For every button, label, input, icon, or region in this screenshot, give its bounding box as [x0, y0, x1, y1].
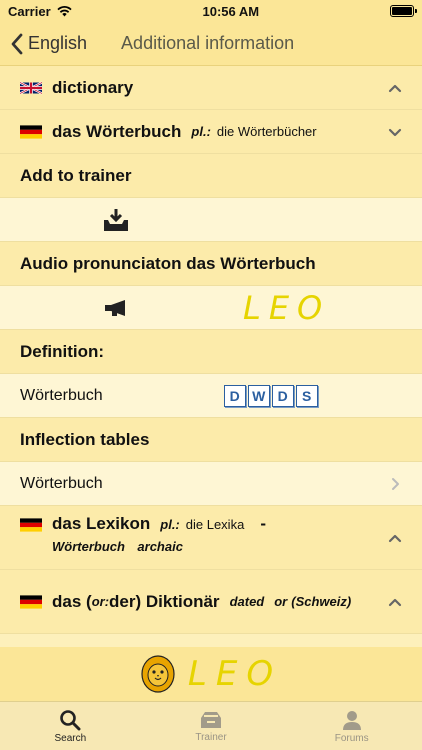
chevron-right-icon [392, 477, 399, 490]
audio-title: Audio pronunciaton das Wörterbuch [20, 253, 316, 273]
german-flag-icon [20, 594, 42, 609]
tab-label: Search [54, 732, 87, 744]
synonym-row[interactable]: das Lexikon pl.: die Lexika - Wörterbuch… [0, 506, 422, 570]
add-to-trainer-header: Add to trainer [0, 154, 422, 198]
dwds-letter: S [295, 384, 318, 407]
carrier-label: Carrier [8, 3, 51, 19]
tab-label: Forums [334, 732, 369, 744]
dwds-logo[interactable]: D W D S [223, 384, 318, 407]
chevron-up-icon[interactable] [388, 81, 402, 95]
audio-row[interactable]: LEO [0, 286, 422, 330]
inflection-word: Wörterbuch [20, 474, 103, 492]
inflection-title: Inflection tables [20, 429, 150, 449]
back-label: English [28, 33, 88, 53]
plural-marker: pl.: [160, 517, 180, 532]
tab-bar: Search Trainer Forums [0, 701, 422, 750]
audio-header: Audio pronunciaton das Wörterbuch [0, 242, 422, 286]
download-tray-icon[interactable] [103, 208, 129, 232]
tab-label: Trainer [195, 731, 227, 743]
usage-note: or [274, 594, 288, 609]
entry-german-row[interactable]: das Wörterbuch pl.: die Wörterbücher [0, 110, 422, 154]
synonym-word: das Lexikon [52, 514, 151, 533]
usage-note: dated [229, 594, 265, 609]
dash: - [260, 514, 266, 533]
back-button[interactable]: English [10, 33, 87, 55]
wifi-icon [57, 5, 72, 16]
uk-flag-icon [20, 81, 42, 94]
dwds-letter: D [223, 384, 246, 407]
synonym-gloss: Wörterbuch [52, 539, 125, 554]
inflection-row[interactable]: Wörterbuch [0, 462, 422, 506]
definition-title: Definition: [20, 341, 105, 361]
battery-icon [390, 5, 417, 17]
clock: 10:56 AM [202, 3, 260, 19]
tab-forums[interactable]: Forums [281, 702, 422, 750]
definition-header: Definition: [0, 330, 422, 374]
tab-search[interactable]: Search [0, 702, 141, 750]
person-icon [342, 710, 361, 730]
leo-banner: LEO [0, 647, 422, 701]
usage-note: (Schweiz) [291, 594, 352, 609]
chevron-up-icon[interactable] [388, 531, 402, 545]
or-marker: or: [91, 594, 110, 609]
plural-form: die Wörterbücher [216, 124, 317, 139]
chevron-up-icon[interactable] [388, 595, 402, 609]
definition-row[interactable]: Wörterbuch D W D S [0, 374, 422, 418]
entry-english-word: dictionary [52, 77, 134, 97]
megaphone-icon[interactable] [103, 299, 129, 317]
leo-lion-icon [141, 655, 175, 693]
tray-icon [201, 711, 221, 728]
usage-note: archaic [137, 539, 183, 554]
entry-english-row[interactable]: dictionary [0, 66, 422, 110]
synonym-row[interactable]: das ( or: der) Diktionär dated or (Schwe… [0, 570, 422, 634]
german-flag-icon [20, 124, 42, 139]
leo-audio-logo[interactable]: LEO [243, 289, 330, 327]
dwds-letter: D [271, 384, 294, 407]
dwds-letter: W [247, 384, 270, 407]
leo-logo-text: LEO [243, 288, 331, 327]
entry-german-word: das Wörterbuch [52, 121, 182, 141]
chevron-left-icon [11, 33, 23, 54]
add-to-trainer-row[interactable] [0, 198, 422, 242]
synonym-word-prefix: das ( [52, 591, 92, 611]
synonym-word-suffix: der) Diktionär [109, 591, 220, 611]
inflection-header: Inflection tables [0, 418, 422, 462]
plural-marker: pl.: [191, 124, 211, 139]
page-title: Additional information [121, 33, 295, 53]
add-to-trainer-title: Add to trainer [20, 165, 132, 185]
german-flag-icon [20, 518, 42, 532]
definition-word: Wörterbuch [20, 386, 103, 404]
plural-form: die Lexika [185, 517, 245, 532]
chevron-down-icon[interactable] [388, 125, 402, 139]
leo-banner-text: LEO [187, 654, 283, 694]
magnifier-icon [60, 709, 81, 730]
status-bar: Carrier 10:56 AM [0, 0, 422, 22]
content: dictionary das Wörterbuch pl.: die Wörte… [0, 66, 422, 647]
nav-bar: English Additional information [0, 22, 422, 66]
tab-trainer[interactable]: Trainer [141, 702, 282, 750]
